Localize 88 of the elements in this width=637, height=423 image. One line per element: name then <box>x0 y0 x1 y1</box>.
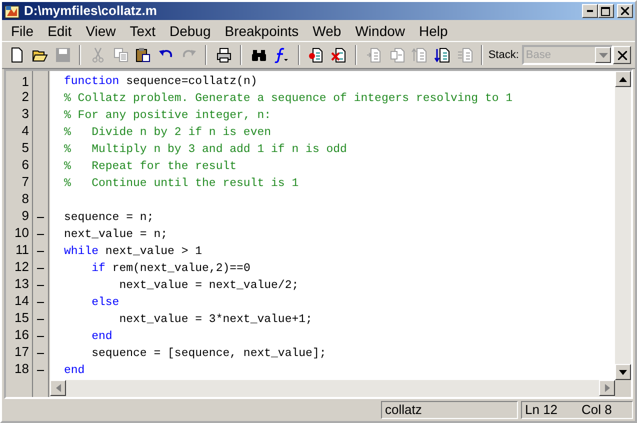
set-breakpoint-icon <box>308 47 324 63</box>
cut-icon <box>90 47 106 63</box>
minimize-icon <box>586 10 593 12</box>
line-number: 2 <box>22 89 29 104</box>
maximize-icon <box>601 6 610 16</box>
executable-line-marker[interactable] <box>37 336 44 337</box>
menu-item[interactable]: Text <box>122 22 162 40</box>
line-number: 9 <box>22 208 29 223</box>
function-icon <box>273 47 290 63</box>
executable-line-marker[interactable] <box>37 285 44 286</box>
menu-item[interactable]: Edit <box>40 22 79 40</box>
status-function-name: collatz <box>381 401 518 419</box>
code-line: end <box>90 330 112 343</box>
window-title: D:\mymfiles\collatz.m <box>24 2 158 20</box>
menu-item[interactable]: Window <box>348 22 412 40</box>
down-arrow-icon <box>619 370 627 374</box>
code-line: if rem(next_value,2)==0 <box>90 262 250 275</box>
menu-item[interactable]: Help <box>412 22 455 40</box>
code-line: % Repeat for the result <box>64 160 237 173</box>
line-number: 15 <box>14 310 29 325</box>
code-line: sequence = [sequence, next_value]; <box>90 347 326 360</box>
executable-line-marker[interactable] <box>37 319 44 320</box>
line-number: 8 <box>22 191 29 206</box>
menu-item[interactable]: File <box>4 22 41 40</box>
executable-line-marker[interactable] <box>37 234 44 235</box>
line-number: 3 <box>22 106 29 121</box>
executable-line-marker[interactable] <box>37 370 44 371</box>
new-file-icon <box>9 47 26 63</box>
horizontal-scrollbar[interactable] <box>50 380 615 397</box>
up-arrow-icon <box>619 76 627 82</box>
line-number: 7 <box>22 174 29 189</box>
line-number: 18 <box>14 361 29 376</box>
code-line: else <box>90 296 120 309</box>
code-line: end <box>64 364 85 377</box>
line-number: 11 <box>16 242 29 257</box>
status-column: Col 8 <box>582 402 612 418</box>
app-icon <box>4 4 20 20</box>
line-number: 6 <box>22 157 29 172</box>
menu-item[interactable]: Debug <box>162 22 218 40</box>
maximize-button[interactable] <box>598 4 614 18</box>
line-number: 16 <box>14 327 29 342</box>
close-editor-button[interactable] <box>613 46 632 64</box>
code-line: % Collatz problem. Generate a sequence of integers resolving to 1 <box>64 92 513 105</box>
line-number: 1 <box>22 74 29 89</box>
code-line: % Continue until the result is 1 <box>64 177 299 190</box>
executable-line-marker[interactable] <box>37 251 44 252</box>
menu-item[interactable]: Web <box>306 22 348 40</box>
down-arrow-document-icon <box>434 47 450 63</box>
step-icon <box>366 47 382 63</box>
vertical-scrollbar[interactable] <box>615 71 631 380</box>
close-button[interactable] <box>617 4 633 18</box>
menu-item[interactable]: Breakpoints <box>218 22 306 40</box>
status-line: Ln 12 <box>525 402 558 418</box>
minimize-button[interactable] <box>582 4 598 18</box>
print-icon <box>216 47 232 63</box>
code-line: while next_value > 1 <box>64 245 202 258</box>
menu-item[interactable]: View <box>78 22 123 40</box>
line-number: 13 <box>14 276 29 291</box>
code-line: % For any positive integer, n: <box>64 109 272 122</box>
executable-line-marker[interactable] <box>37 268 44 269</box>
code-line: next_value = n; <box>64 228 168 241</box>
binoculars-icon <box>250 47 267 63</box>
code-line: function sequence=collatz(n) <box>64 75 258 88</box>
line-number: 10 <box>14 225 29 240</box>
close-icon <box>621 7 629 15</box>
line-number: 14 <box>14 293 29 308</box>
line-number: 5 <box>22 140 29 155</box>
clear-breakpoints-icon <box>330 47 347 63</box>
line-number: 12 <box>14 259 29 274</box>
executable-line-marker[interactable] <box>37 302 44 303</box>
code-line: next_value = 3*next_value+1; <box>118 313 312 326</box>
line-number: 4 <box>22 123 29 138</box>
line-number: 17 <box>14 344 29 359</box>
copy-icon <box>112 47 129 63</box>
dropdown-arrow-icon <box>598 52 608 58</box>
close-icon <box>618 50 627 60</box>
paste-icon <box>135 47 152 63</box>
executable-line-marker[interactable] <box>37 353 44 354</box>
code-line: sequence = n; <box>64 211 154 224</box>
stack-label: Stack: <box>488 48 519 63</box>
code-line: % Divide n by 2 if n is even <box>64 126 272 139</box>
save-icon <box>54 47 71 63</box>
left-arrow-icon <box>56 384 60 392</box>
executable-line-marker[interactable] <box>37 217 44 218</box>
right-arrow-icon <box>604 384 610 392</box>
code-line: next_value = next_value/2; <box>118 279 299 292</box>
code-line: % Multiply n by 3 and add 1 if n is odd <box>64 143 347 156</box>
step-out-icon <box>411 47 428 63</box>
